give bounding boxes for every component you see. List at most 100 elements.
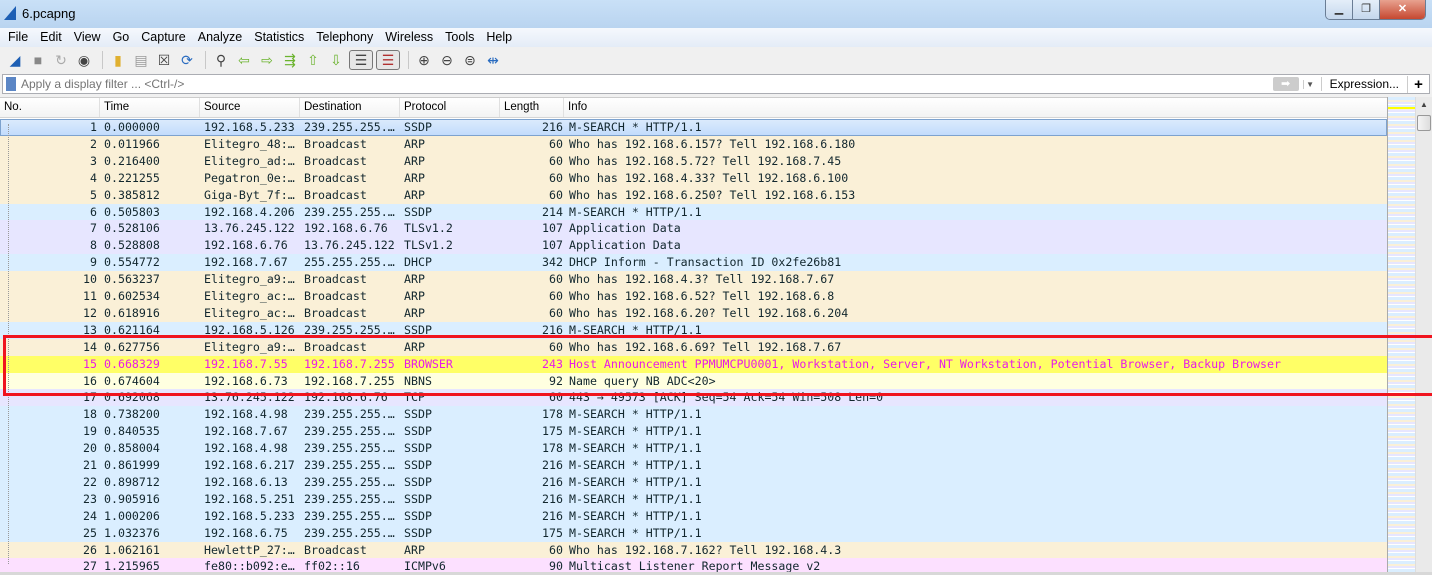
filter-history-dropdown-icon[interactable]: ▼ [1302, 79, 1317, 89]
zoom-out-icon[interactable]: ⊖ [437, 50, 457, 70]
column-header-length[interactable]: Length [500, 98, 564, 117]
column-header-source[interactable]: Source [200, 98, 300, 117]
menu-analyze[interactable]: Analyze [192, 28, 248, 47]
apply-filter-arrow-icon[interactable]: ➡ [1272, 77, 1299, 91]
menu-statistics[interactable]: Statistics [248, 28, 310, 47]
packet-time: 0.528808 [104, 238, 160, 253]
go-first-packet-icon[interactable]: ⇧ [303, 50, 323, 70]
packet-time: 0.216400 [104, 153, 160, 168]
packet-row[interactable]: 18 0.738200 192.168.4.98 239.255.255.… SSDP 1… [0, 406, 1387, 424]
packet-row[interactable]: 11 0.602534 Elitegro_ac:… Broadcast ARP 60 Who… [0, 288, 1387, 305]
packet-row[interactable]: 13 0.621164 192.168.5.126 239.255.255.… SSDP… [0, 321, 1387, 339]
close-button[interactable]: ✕ [1380, 0, 1425, 19]
packet-destination: 239.255.255.… [304, 424, 395, 439]
packet-source: 192.168.5.233 [204, 120, 295, 134]
packet-row[interactable]: 7 0.528106 13.76.245.122 192.168.6.76 TLSv1.… [0, 220, 1387, 238]
packet-destination: 239.255.255.… [304, 525, 395, 540]
packet-row[interactable]: 26 1.062161 HewlettP_27:… Broadcast ARP 60 Who… [0, 541, 1387, 559]
packet-number: 3 [90, 153, 97, 168]
packet-time: 0.554772 [104, 255, 160, 270]
expression-button[interactable]: Expression... [1320, 77, 1407, 91]
packet-time: 0.668329 [104, 356, 160, 371]
packet-row[interactable]: 17 0.692068 13.76.245.122 192.168.6.76 TCP 60… [0, 389, 1387, 407]
packet-row[interactable]: 21 0.861999 192.168.6.217 239.255.255.… SSDP… [0, 457, 1387, 474]
capture-options-icon[interactable]: ◉ [74, 50, 94, 70]
packet-row[interactable]: 12 0.618916 Elitegro_ac:… Broadcast ARP 60 Who… [0, 304, 1387, 322]
go-back-icon[interactable]: ⇦ [234, 50, 254, 70]
open-file-icon[interactable]: ▮ [108, 50, 128, 70]
packet-protocol: SSDP [404, 458, 432, 472]
packet-row[interactable]: 10 0.563237 Elitegro_a9:… Broadcast ARP 60 Who… [0, 271, 1387, 289]
vertical-scrollbar[interactable]: ▲ [1415, 97, 1432, 572]
packet-row[interactable]: 19 0.840535 192.168.7.67 239.255.255.… SSDP 1… [0, 423, 1387, 441]
maximize-button[interactable]: ❐ [1353, 0, 1380, 19]
packet-protocol: BROWSER [404, 356, 453, 371]
autoscroll-icon[interactable]: ☰ [349, 50, 373, 70]
packet-row[interactable]: 14 0.627756 Elitegro_a9:… Broadcast ARP 60 Who… [0, 338, 1387, 356]
zoom-in-icon[interactable]: ⊕ [414, 50, 434, 70]
packet-info: Who has 192.168.6.157? Tell 192.168.6.18… [569, 136, 856, 151]
packet-row[interactable]: 23 0.905916 192.168.5.251 239.255.255.… SSDP… [0, 490, 1387, 508]
packet-number: 4 [90, 170, 97, 185]
packet-row[interactable]: 2 0.011966 Elitegro_48:… Broadcast ARP 60 Who … [0, 135, 1387, 153]
display-filter-input[interactable] [21, 75, 1273, 93]
restart-capture-icon[interactable]: ↻ [51, 50, 71, 70]
packet-row[interactable]: 16 0.674604 192.168.6.73 192.168.7.255 NBNS 9… [0, 372, 1387, 390]
packet-destination: Broadcast [304, 272, 367, 287]
menu-edit[interactable]: Edit [34, 28, 68, 47]
go-last-packet-icon[interactable]: ⇩ [326, 50, 346, 70]
find-packet-icon[interactable]: ⚲ [211, 50, 231, 70]
packet-row[interactable]: 20 0.858004 192.168.4.98 239.255.255.… SSDP 1… [0, 440, 1387, 458]
column-header-protocol[interactable]: Protocol [400, 98, 500, 117]
menu-file[interactable]: File [2, 28, 34, 47]
bookmark-icon[interactable] [6, 77, 16, 91]
menu-bar: File Edit View Go Capture Analyze Statis… [0, 28, 1432, 47]
minimize-button[interactable]: ▁ [1326, 0, 1353, 19]
menu-help[interactable]: Help [480, 28, 518, 47]
packet-row[interactable]: 25 1.032376 192.168.6.75 239.255.255.… SSDP 1… [0, 524, 1387, 542]
packet-number: 7 [90, 221, 97, 236]
scrollbar-thumb[interactable] [1417, 115, 1431, 131]
packet-row[interactable]: 27 1.215965 fe80::b092:e… ff02::16 ICMPv6 90 M… [0, 558, 1387, 572]
scroll-up-icon[interactable]: ▲ [1416, 97, 1432, 113]
menu-wireless[interactable]: Wireless [379, 28, 439, 47]
column-header-time[interactable]: Time [100, 98, 200, 117]
stop-capture-icon[interactable]: ■ [28, 50, 48, 70]
packet-info: Who has 192.168.6.20? Tell 192.168.6.204 [569, 305, 849, 320]
packet-row[interactable]: 1 0.000000 192.168.5.233 239.255.255.… SSDP 2… [0, 119, 1387, 136]
menu-telephony[interactable]: Telephony [310, 28, 379, 47]
go-to-packet-icon[interactable]: ⇶ [280, 50, 300, 70]
column-header-no[interactable]: No. [0, 98, 100, 117]
title-bar: 6.pcapng ▁ ❐ ✕ [0, 0, 1432, 28]
menu-view[interactable]: View [68, 28, 107, 47]
packet-number: 11 [83, 289, 97, 303]
resize-columns-icon[interactable]: ⇹ [483, 50, 503, 70]
packet-length: 90 [549, 559, 563, 572]
save-file-icon[interactable]: ▤ [131, 50, 151, 70]
packet-time: 1.215965 [104, 559, 160, 572]
packet-destination: 239.255.255.… [304, 491, 395, 506]
packet-row[interactable]: 5 0.385812 Giga-Byt_7f:… Broadcast ARP 60 Who … [0, 186, 1387, 204]
go-forward-icon[interactable]: ⇨ [257, 50, 277, 70]
packet-row[interactable]: 4 0.221255 Pegatron_0e:… Broadcast ARP 60 Who … [0, 169, 1387, 187]
zoom-normal-icon[interactable]: ⊜ [460, 50, 480, 70]
packet-row[interactable]: 3 0.216400 Elitegro_ad:… Broadcast ARP 60 Who … [0, 152, 1387, 170]
packet-minimap[interactable] [1387, 97, 1416, 572]
close-file-icon[interactable]: ☒ [154, 50, 174, 70]
start-capture-icon[interactable]: ◢ [5, 50, 25, 70]
menu-capture[interactable]: Capture [135, 28, 191, 47]
packet-row[interactable]: 6 0.505803 192.168.4.206 239.255.255.… SSDP 2… [0, 203, 1387, 221]
column-header-destination[interactable]: Destination [300, 98, 400, 117]
menu-tools[interactable]: Tools [439, 28, 480, 47]
menu-go[interactable]: Go [107, 28, 136, 47]
packet-row[interactable]: 22 0.898712 192.168.6.13 239.255.255.… SSDP 2… [0, 473, 1387, 491]
packet-row[interactable]: 15 0.668329 192.168.7.55 192.168.7.255 BROWS… [0, 355, 1387, 373]
reload-file-icon[interactable]: ⟳ [177, 50, 197, 70]
packet-row[interactable]: 24 1.000206 192.168.5.233 239.255.255.… SSDP… [0, 507, 1387, 525]
packet-row[interactable]: 9 0.554772 192.168.7.67 255.255.255.… DHCP 34… [0, 254, 1387, 272]
packet-time: 0.528106 [104, 221, 160, 236]
add-filter-button[interactable]: + [1407, 75, 1429, 93]
colorize-icon[interactable]: ☰ [376, 50, 400, 70]
packet-row[interactable]: 8 0.528808 192.168.6.76 13.76.245.122 TLSv1.… [0, 237, 1387, 255]
column-header-info[interactable]: Info [564, 98, 1387, 117]
